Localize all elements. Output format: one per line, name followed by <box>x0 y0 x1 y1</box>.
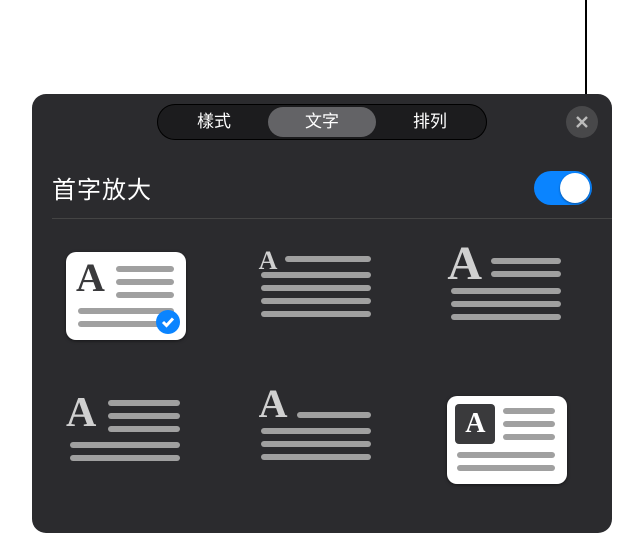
dropcap-toggle[interactable] <box>534 171 592 205</box>
text-lines-icon <box>261 428 371 460</box>
dropcap-style-6[interactable]: A <box>447 396 567 484</box>
text-lines-icon <box>297 412 371 418</box>
text-lines-icon <box>116 266 174 298</box>
dropcap-style-4[interactable]: A <box>66 396 186 484</box>
letter-a-icon: A <box>259 248 278 274</box>
format-panel: 樣式 文字 排列 首字放大 A <box>32 94 612 533</box>
dropcap-style-1[interactable]: A <box>66 252 186 340</box>
text-lines-icon <box>285 256 371 262</box>
letter-a-icon: A <box>66 392 96 434</box>
text-lines-icon <box>70 442 180 461</box>
letter-a-icon: A <box>259 384 288 424</box>
letter-a-box-icon: A <box>455 404 495 444</box>
dropcap-style-grid: A A A <box>66 252 578 484</box>
dropcap-section-row: 首字放大 <box>52 170 592 205</box>
text-lines-icon <box>457 452 555 471</box>
close-button[interactable] <box>566 106 598 138</box>
text-lines-icon <box>503 408 555 440</box>
letter-a-icon: A <box>76 258 105 298</box>
text-lines-icon <box>108 400 180 432</box>
text-lines-icon <box>451 288 561 320</box>
selected-check-icon <box>156 310 180 334</box>
divider <box>52 218 612 219</box>
text-lines-icon <box>261 272 371 317</box>
toggle-knob <box>560 173 590 203</box>
tab-text[interactable]: 文字 <box>268 107 376 137</box>
dropcap-style-3[interactable]: A <box>447 252 567 340</box>
close-icon <box>575 115 589 129</box>
text-lines-icon <box>491 258 561 277</box>
tab-style[interactable]: 樣式 <box>160 107 268 137</box>
tab-arrange[interactable]: 排列 <box>376 107 484 137</box>
tab-bar: 樣式 文字 排列 <box>157 104 487 140</box>
dropcap-style-5[interactable]: A <box>257 396 377 484</box>
dropcap-label: 首字放大 <box>52 170 152 205</box>
letter-a-icon: A <box>447 240 482 288</box>
dropcap-style-2[interactable]: A <box>257 252 377 340</box>
